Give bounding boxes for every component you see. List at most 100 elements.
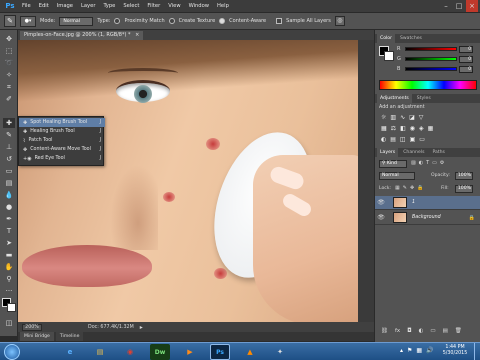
add-mask-icon[interactable]: ◘	[407, 328, 411, 334]
menu-select[interactable]: Select	[119, 0, 143, 12]
layer-name[interactable]: 1	[412, 200, 415, 205]
visibility-eye-icon[interactable]: 👁	[375, 199, 387, 206]
more-tools-icon[interactable]: ···	[3, 286, 15, 296]
taskbar-ie-icon[interactable]: e	[60, 344, 80, 360]
quick-mask-icon[interactable]: ◫	[3, 318, 15, 328]
link-layers-icon[interactable]: ⛓	[381, 328, 388, 334]
fill-field[interactable]: 100%	[455, 185, 473, 193]
selective-color-icon[interactable]: ▣	[410, 136, 416, 143]
lock-pixels-icon[interactable]: ✎	[403, 185, 407, 191]
maximize-button[interactable]: □	[453, 0, 465, 12]
tab-layers[interactable]: Layers	[377, 148, 399, 157]
green-value-field[interactable]: 0	[459, 55, 473, 63]
tray-flag-icon[interactable]: ⚑	[407, 347, 412, 354]
menu-image[interactable]: Image	[53, 0, 77, 12]
show-desktop-button[interactable]	[474, 343, 480, 360]
spot-healing-tool-icon[interactable]: ✚	[3, 118, 15, 128]
green-slider[interactable]: G 0	[397, 55, 473, 63]
photo-filter-icon[interactable]: ◉	[410, 125, 415, 132]
levels-icon[interactable]: ▥	[390, 114, 396, 121]
clock[interactable]: 1:44 PM 5/30/2015	[440, 345, 470, 357]
flyout-red-eye[interactable]: +◉ Red Eye Tool J	[19, 154, 105, 163]
new-adjustment-icon[interactable]: ◐	[419, 328, 424, 334]
tab-swatches[interactable]: Swatches	[397, 34, 425, 43]
document-tab-close-icon[interactable]: ×	[135, 32, 139, 38]
start-button[interactable]	[4, 344, 20, 360]
tab-color[interactable]: Color	[377, 34, 395, 43]
brightness-icon[interactable]: ☼	[381, 114, 386, 121]
status-arrow-icon[interactable]: ▸	[140, 324, 143, 331]
vibrance-icon[interactable]: ▽	[419, 114, 424, 121]
healing-brush-icon[interactable]: ✎	[4, 15, 16, 27]
black-white-icon[interactable]: ◧	[400, 125, 406, 132]
posterize-icon[interactable]: ▤	[390, 136, 396, 143]
lock-all-icon[interactable]: 🔒	[417, 185, 423, 191]
invert-icon[interactable]: ◐	[381, 136, 386, 143]
taskbar-other-icon[interactable]: ✦	[270, 344, 290, 360]
sample-all-layers-checkbox[interactable]	[276, 18, 283, 24]
new-group-icon[interactable]: ▭	[430, 328, 435, 334]
flyout-spot-healing-brush[interactable]: ✚ Spot Healing Brush Tool J	[19, 118, 105, 127]
blue-value-field[interactable]: 0	[459, 65, 473, 73]
tray-volume-icon[interactable]: 🔊	[426, 347, 433, 354]
menu-edit[interactable]: Edit	[35, 0, 53, 12]
menu-window[interactable]: Window	[185, 0, 213, 12]
brush-tool-icon[interactable]: ✎	[3, 130, 15, 140]
curves-icon[interactable]: ∿	[400, 114, 405, 121]
tab-adjustments[interactable]: Adjustments	[377, 94, 412, 103]
minimize-button[interactable]: –	[440, 0, 452, 12]
color-spectrum-bar[interactable]	[379, 80, 477, 90]
filter-smart-icon[interactable]: ⚙	[440, 160, 444, 166]
opacity-field[interactable]: 100%	[455, 172, 473, 180]
flyout-patch-tool[interactable]: ⌇ Patch Tool J	[19, 136, 105, 145]
channel-mixer-icon[interactable]: ◈	[419, 125, 424, 132]
hand-tool-icon[interactable]: ✋	[3, 262, 15, 272]
history-brush-tool-icon[interactable]: ↺	[3, 154, 15, 164]
filter-shape-icon[interactable]: ▭	[432, 160, 437, 166]
exposure-icon[interactable]: ◪	[409, 114, 415, 121]
layer-filter-kind[interactable]: ⚲ Kind	[379, 160, 407, 168]
taskbar-explorer-icon[interactable]: ▤	[90, 344, 110, 360]
menu-type[interactable]: Type	[99, 0, 119, 12]
move-tool-icon[interactable]: ✥	[3, 34, 15, 44]
blur-tool-icon[interactable]: 💧	[3, 190, 15, 200]
layer-style-icon[interactable]: fx	[395, 328, 400, 334]
red-slider[interactable]: R 0	[397, 45, 473, 53]
close-window-button[interactable]: ×	[466, 0, 478, 12]
menu-layer[interactable]: Layer	[77, 0, 99, 12]
layer-row[interactable]: 👁 Background 🔒	[375, 211, 480, 225]
brush-size-picker[interactable]: ●▾	[20, 15, 36, 27]
delete-layer-icon[interactable]: 🗑	[455, 328, 462, 334]
blend-mode-select[interactable]: Normal	[379, 172, 415, 180]
type-tool-icon[interactable]: T	[3, 226, 15, 236]
eyedropper-tool-icon[interactable]: ✐	[3, 94, 15, 104]
pressure-size-icon[interactable]: ◎	[334, 16, 345, 26]
gradient-map-icon[interactable]: ▭	[419, 136, 425, 143]
eraser-tool-icon[interactable]: ▭	[3, 166, 15, 176]
taskbar-mediaplayer-icon[interactable]: ▶	[180, 344, 200, 360]
background-color-swatch[interactable]	[7, 303, 16, 312]
menu-filter[interactable]: Filter	[143, 0, 164, 12]
blue-slider[interactable]: B 0	[397, 65, 473, 73]
hue-saturation-icon[interactable]: ▦	[381, 125, 387, 132]
crop-tool-icon[interactable]: ⌗	[3, 82, 15, 92]
type-content-aware-radio[interactable]	[219, 18, 226, 24]
tray-network-icon[interactable]: ▦	[416, 347, 422, 354]
menu-file[interactable]: File	[18, 0, 35, 12]
flyout-content-aware-move[interactable]: ✥ Content-Aware Move Tool J	[19, 145, 105, 154]
lock-position-icon[interactable]: ✥	[410, 185, 414, 191]
tab-channels[interactable]: Channels	[400, 148, 427, 157]
taskbar-vlc-icon[interactable]: ▲	[240, 344, 260, 360]
lasso-tool-icon[interactable]: ➰	[3, 58, 15, 68]
zoom-level[interactable]: 200%	[22, 323, 42, 331]
color-lookup-icon[interactable]: ▦	[428, 125, 434, 132]
tab-paths[interactable]: Paths	[429, 148, 448, 157]
canvas-area[interactable]	[18, 40, 374, 322]
taskbar-photoshop-icon[interactable]: Ps	[210, 344, 230, 360]
layer-name[interactable]: Background	[412, 215, 441, 220]
taskbar-chrome-icon[interactable]: ◉	[120, 344, 140, 360]
type-texture-radio[interactable]	[168, 18, 175, 24]
pen-tool-icon[interactable]: ✒	[3, 214, 15, 224]
layer-row[interactable]: 👁 1	[375, 196, 480, 210]
flyout-healing-brush[interactable]: ✚ Healing Brush Tool J	[19, 127, 105, 136]
